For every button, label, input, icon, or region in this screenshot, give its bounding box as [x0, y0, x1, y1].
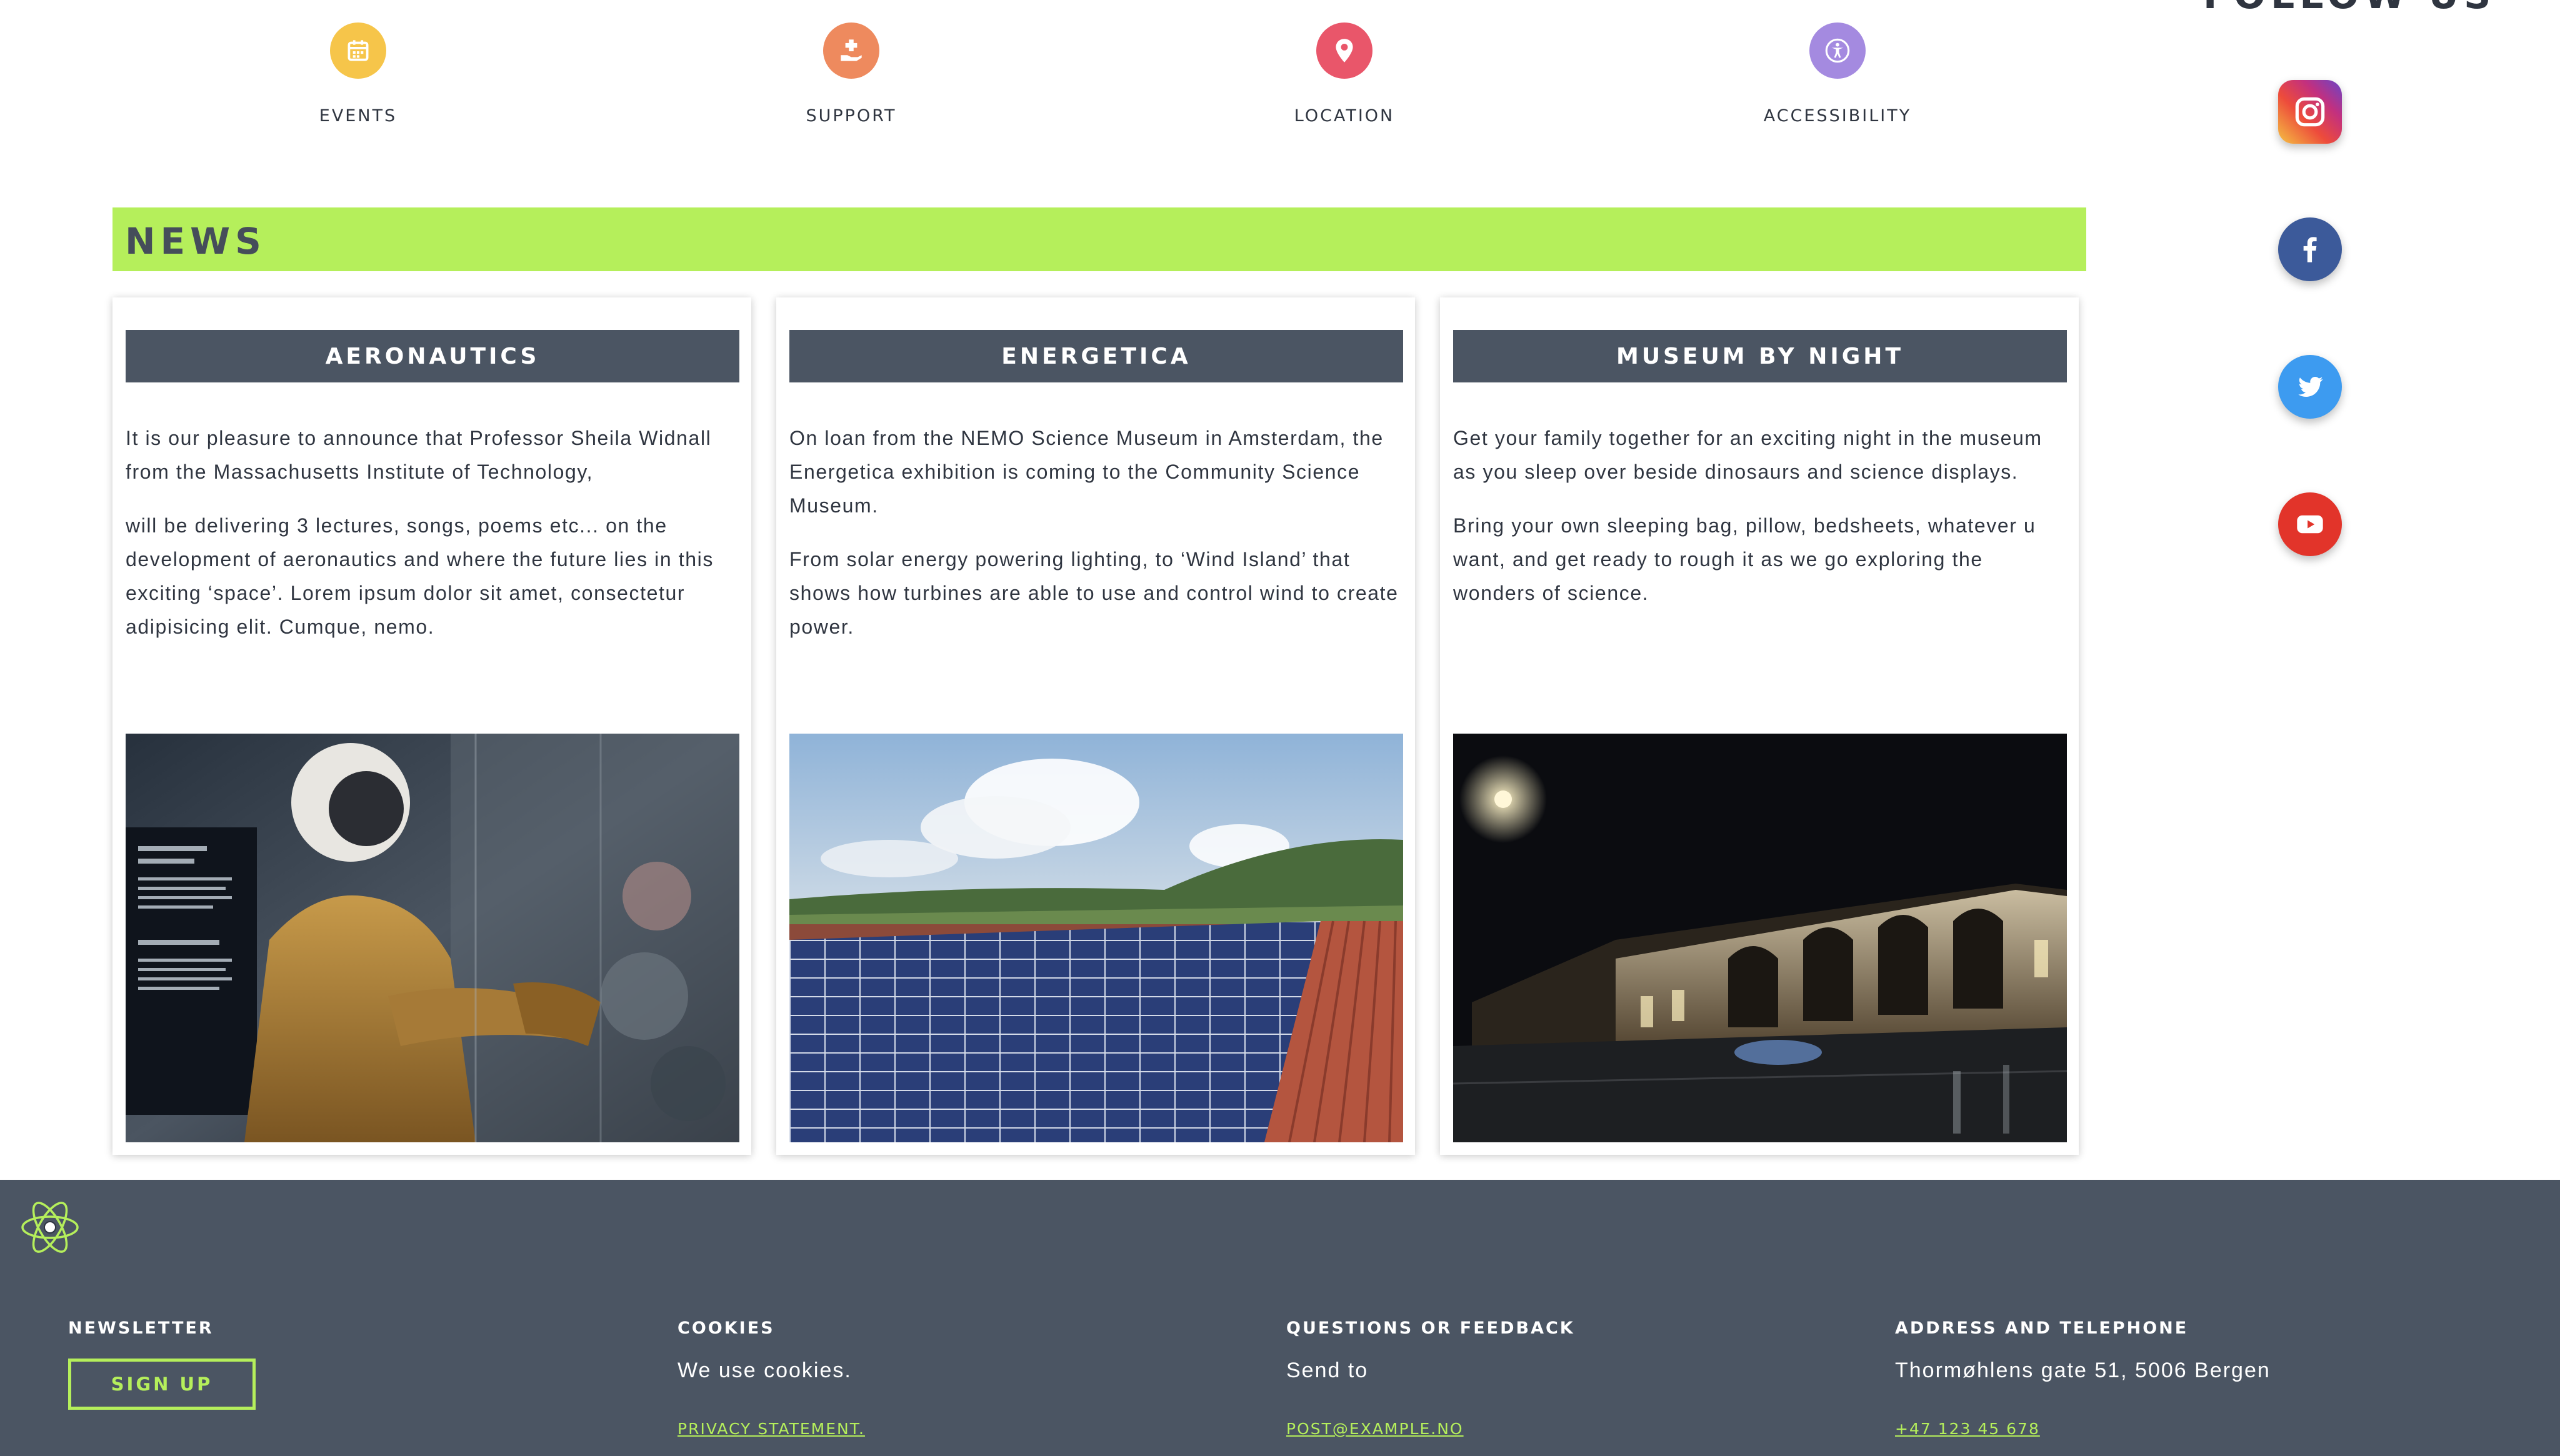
- news-card-museum-by-night: MUSEUM BY NIGHT Get your family together…: [1440, 297, 2079, 1155]
- news-card-aeronautics: AERONAUTICS It is our pleasure to announ…: [112, 297, 751, 1155]
- footer: NEWSLETTER SIGN UP COOKIES We use cookie…: [0, 1180, 2560, 1456]
- museum-at-night-photo: [1453, 734, 2067, 1142]
- card-paragraph: On loan from the NEMO Science Museum in …: [789, 427, 1384, 517]
- news-title: NEWS: [125, 220, 266, 262]
- quick-link-label: ACCESSIBILITY: [1763, 106, 1912, 126]
- feedback-heading: QUESTIONS OR FEEDBACK: [1286, 1319, 1575, 1338]
- twitter-icon[interactable]: [2278, 355, 2342, 419]
- card-body: Get your family together for an exciting…: [1453, 421, 2072, 630]
- atom-logo-icon[interactable]: [19, 1196, 81, 1259]
- feedback-text: Send to: [1286, 1359, 1369, 1382]
- address-heading: ADDRESS AND TELEPHONE: [1895, 1319, 2189, 1338]
- card-header: ENERGETICA: [789, 330, 1403, 382]
- card-paragraph: Bring your own sleeping bag, pillow, bed…: [1453, 514, 2036, 604]
- hand-plus-icon: [823, 22, 879, 79]
- news-card-energetica: ENERGETICA On loan from the NEMO Science…: [776, 297, 1415, 1155]
- card-title: ENERGETICA: [1001, 343, 1191, 369]
- solar-panels-roof-photo: [789, 734, 1403, 1142]
- footer-feedback: QUESTIONS OR FEEDBACK Send to POST@EXAMP…: [1286, 1319, 1849, 1438]
- accessibility-icon: [1809, 22, 1866, 79]
- card-paragraph: Get your family together for an exciting…: [1453, 427, 2042, 483]
- card-title: AERONAUTICS: [325, 343, 540, 369]
- card-header: AERONAUTICS: [126, 330, 739, 382]
- sign-up-button[interactable]: SIGN UP: [68, 1359, 256, 1410]
- email-link[interactable]: POST@EXAMPLE.NO: [1286, 1420, 1464, 1438]
- card-paragraph: It is our pleasure to announce that Prof…: [126, 427, 712, 483]
- quick-link-accessibility[interactable]: ACCESSIBILITY: [1738, 22, 1938, 126]
- follow-us-title: FOLLOW US: [2203, 0, 2496, 17]
- quick-links: EVENTS SUPPORT LOCATION ACCESSIBILITY: [112, 0, 2100, 144]
- address-text: Thormøhlens gate 51, 5006 Bergen: [1895, 1359, 2271, 1382]
- footer-newsletter: NEWSLETTER SIGN UP: [68, 1319, 631, 1410]
- quick-link-support[interactable]: SUPPORT: [751, 22, 951, 126]
- cookies-text: We use cookies.: [678, 1359, 852, 1382]
- youtube-icon[interactable]: [2278, 492, 2342, 556]
- card-body: It is our pleasure to announce that Prof…: [126, 421, 744, 664]
- calendar-icon: [330, 22, 386, 79]
- phone-link[interactable]: +47 123 45 678: [1895, 1420, 2040, 1438]
- map-pin-icon: [1316, 22, 1372, 79]
- card-paragraph: From solar energy powering lighting, to …: [789, 548, 1399, 638]
- card-title: MUSEUM BY NIGHT: [1616, 343, 1904, 369]
- footer-address: ADDRESS AND TELEPHONE Thormøhlens gate 5…: [1895, 1319, 2458, 1438]
- quick-link-events[interactable]: EVENTS: [258, 22, 458, 126]
- facebook-icon[interactable]: [2278, 217, 2342, 281]
- footer-cookies: COOKIES We use cookies. PRIVACY STATEMEN…: [678, 1319, 1240, 1438]
- card-body: On loan from the NEMO Science Museum in …: [789, 421, 1408, 664]
- quick-link-label: EVENTS: [319, 106, 398, 126]
- news-section-title: NEWS: [112, 207, 2086, 271]
- quick-link-label: SUPPORT: [806, 106, 897, 126]
- card-paragraph: will be delivering 3 lectures, songs, po…: [126, 514, 714, 638]
- cookies-heading: COOKIES: [678, 1319, 775, 1338]
- privacy-statement-link[interactable]: PRIVACY STATEMENT.: [678, 1420, 865, 1438]
- newsletter-heading: NEWSLETTER: [68, 1319, 214, 1338]
- quick-link-location[interactable]: LOCATION: [1244, 22, 1444, 126]
- instagram-icon[interactable]: [2278, 80, 2342, 144]
- card-header: MUSEUM BY NIGHT: [1453, 330, 2067, 382]
- astronaut-suit-exhibit-photo: [126, 734, 739, 1142]
- quick-link-label: LOCATION: [1294, 106, 1395, 126]
